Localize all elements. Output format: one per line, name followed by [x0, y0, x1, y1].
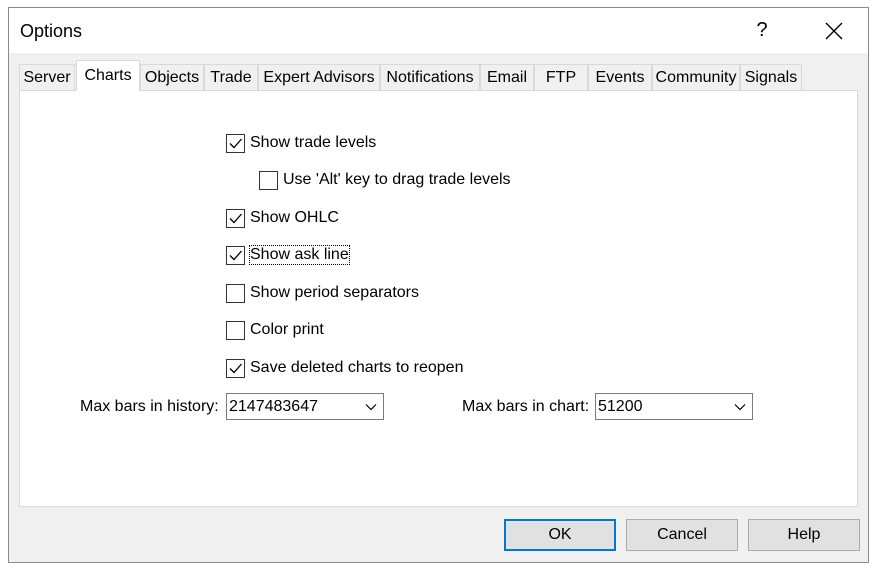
tab-objects[interactable]: Objects — [140, 64, 204, 90]
alt-drag-label: Use 'Alt' key to drag trade levels — [283, 171, 511, 188]
tab-trade[interactable]: Trade — [204, 64, 258, 90]
window-title: Options — [20, 21, 83, 41]
max-bars-history-select[interactable]: 2147483647 — [226, 393, 384, 420]
checkmark-icon — [229, 250, 242, 260]
save-deleted-charts-checkbox[interactable] — [226, 358, 245, 378]
show-trade-levels-option[interactable]: Show trade levels — [226, 131, 376, 155]
show-trade-levels-checkbox[interactable] — [226, 133, 245, 153]
tab-charts[interactable]: Charts — [76, 60, 140, 91]
color-print-checkbox[interactable] — [226, 320, 245, 340]
tab-email[interactable]: Email — [480, 64, 534, 90]
max-bars-chart-label: Max bars in chart: — [462, 398, 590, 415]
color-print-label: Color print — [250, 321, 324, 338]
tab-community[interactable]: Community — [652, 64, 740, 90]
close-button[interactable] — [811, 8, 857, 53]
max-bars-chart-select[interactable]: 51200 — [595, 393, 753, 420]
show-period-separators-label: Show period separators — [250, 284, 419, 301]
checkmark-icon — [229, 213, 242, 223]
alt-drag-checkbox[interactable] — [259, 170, 278, 190]
show-ohlc-option[interactable]: Show OHLC — [226, 206, 339, 230]
show-trade-levels-label: Show trade levels — [250, 134, 377, 151]
show-ask-line-checkbox[interactable] — [226, 245, 245, 265]
ok-button[interactable]: OK — [504, 519, 616, 551]
checkmark-icon — [229, 363, 242, 373]
tab-notifications[interactable]: Notifications — [380, 64, 480, 90]
help-title-button[interactable]: ? — [739, 8, 785, 53]
tab-events[interactable]: Events — [588, 64, 652, 90]
tab-expert-advisors[interactable]: Expert Advisors — [258, 64, 380, 90]
alt-drag-option[interactable]: Use 'Alt' key to drag trade levels — [259, 168, 511, 192]
show-period-separators-option[interactable]: Show period separators — [226, 281, 419, 305]
max-bars-history-value: 2147483647 — [229, 397, 318, 415]
max-bars-history-label: Max bars in history: — [80, 398, 219, 415]
options-dialog: Options ? Server Charts Objects Trade Ex… — [8, 7, 869, 563]
checkmark-icon — [229, 138, 242, 148]
show-ohlc-label: Show OHLC — [250, 209, 339, 226]
help-button[interactable]: Help — [748, 519, 860, 551]
save-deleted-charts-label: Save deleted charts to reopen — [250, 359, 464, 376]
show-ask-line-option[interactable]: Show ask line — [226, 243, 350, 267]
title-bar: Options ? — [9, 8, 868, 53]
max-bars-chart-value: 51200 — [598, 397, 643, 415]
tab-signals[interactable]: Signals — [740, 64, 802, 90]
tab-ftp[interactable]: FTP — [534, 64, 588, 90]
tab-server[interactable]: Server — [19, 64, 75, 90]
chevron-down-icon — [728, 403, 752, 411]
show-period-separators-checkbox[interactable] — [226, 283, 245, 303]
show-ask-line-label: Show ask line — [249, 245, 350, 265]
charts-panel: Show trade levels Use 'Alt' key to drag … — [19, 90, 858, 507]
close-icon — [825, 22, 843, 39]
color-print-option[interactable]: Color print — [226, 318, 324, 342]
chevron-down-icon — [359, 403, 383, 411]
cancel-button[interactable]: Cancel — [626, 519, 738, 551]
show-ohlc-checkbox[interactable] — [226, 208, 245, 228]
save-deleted-charts-option[interactable]: Save deleted charts to reopen — [226, 356, 463, 380]
